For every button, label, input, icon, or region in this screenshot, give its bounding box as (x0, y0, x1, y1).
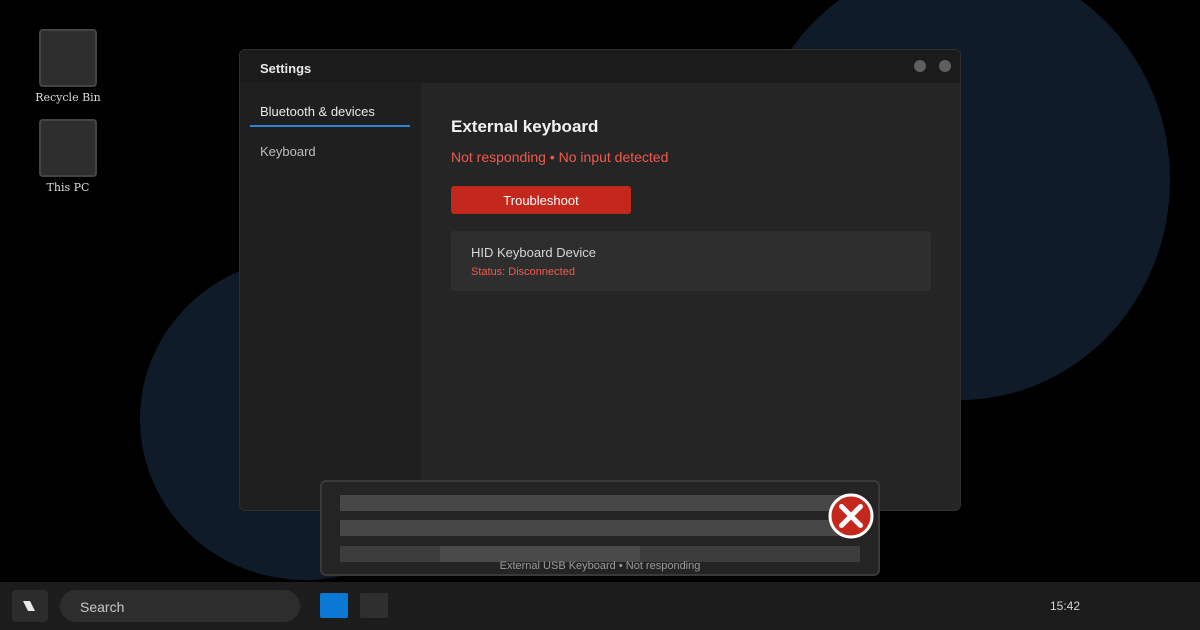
desktop-icon-recycle-bin[interactable]: Recycle Bin (30, 29, 106, 104)
device-status-badge: Status: Disconnected (471, 266, 575, 278)
settings-content: External keyboard Not responding • No in… (421, 83, 960, 510)
sidebar-item-keyboard[interactable]: Keyboard (250, 133, 410, 167)
this-pc-icon (39, 119, 97, 177)
sidebar-item-bluetooth-devices[interactable]: Bluetooth & devices (250, 93, 410, 127)
search-label: Search (80, 599, 125, 615)
error-icon (828, 493, 874, 539)
placeholder-line (340, 520, 860, 536)
device-card[interactable]: HID Keyboard Device Status: Disconnected (451, 231, 931, 291)
troubleshoot-button[interactable]: Troubleshoot (451, 186, 631, 214)
placeholder-line (340, 495, 860, 511)
page-title: External keyboard (451, 117, 599, 136)
window-title: Settings (260, 61, 312, 76)
notification-toast[interactable]: External USB Keyboard • Not responding (320, 480, 880, 576)
notification-text: External USB Keyboard • Not responding (499, 560, 701, 572)
settings-sidebar: Bluetooth & devices Keyboard (240, 83, 421, 510)
desktop-icon-label: This PC (46, 181, 90, 194)
maximize-button[interactable] (939, 60, 951, 72)
device-name: HID Keyboard Device (471, 245, 596, 260)
settings-window: Settings Bluetooth & devices Keyboard Ex… (239, 49, 961, 511)
recycle-bin-icon (39, 29, 97, 87)
taskbar-app-active[interactable] (320, 593, 348, 618)
start-button[interactable] (12, 590, 48, 622)
minimize-button[interactable] (914, 60, 926, 72)
desktop-icon-label: Recycle Bin (35, 91, 101, 104)
desktop-icon-this-pc[interactable]: This PC (30, 119, 106, 194)
taskbar-app[interactable] (360, 593, 388, 618)
window-titlebar[interactable]: Settings (240, 50, 960, 83)
taskbar-clock[interactable]: 15:42 (1050, 599, 1080, 613)
start-icon (23, 601, 35, 611)
taskbar: Search 15:42 (0, 582, 1200, 630)
taskbar-search-box[interactable]: Search (60, 590, 300, 622)
device-status-text: Not responding • No input detected (451, 149, 669, 165)
